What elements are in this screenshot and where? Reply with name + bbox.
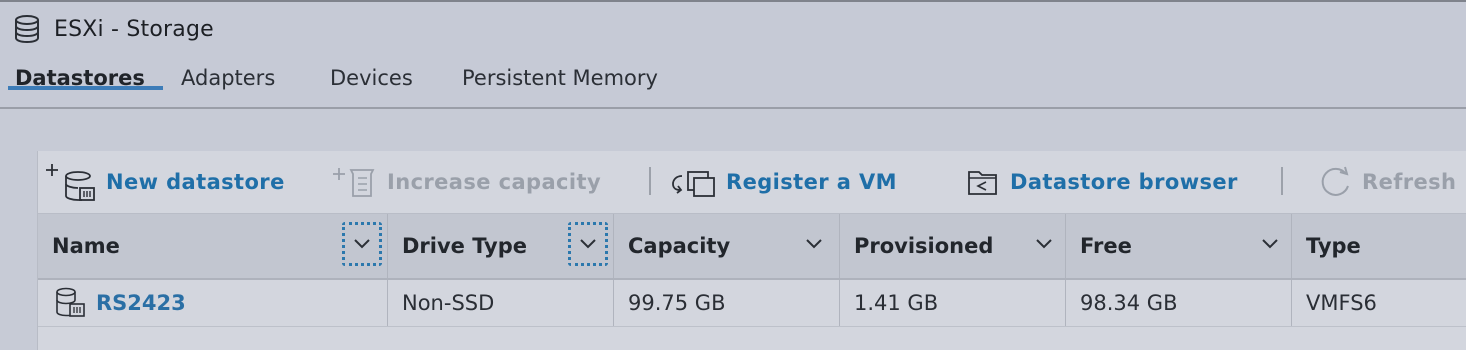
cell-drive-type: Non-SSD (388, 280, 614, 326)
tab-devices[interactable]: Devices (330, 60, 440, 90)
main-content: New datastore Increase capacity Register… (0, 109, 1466, 350)
column-header-drive-type[interactable]: Drive Type (388, 214, 614, 278)
refresh-icon (1321, 166, 1349, 196)
tab-datastores[interactable]: Datastores (8, 60, 163, 90)
database-icon (15, 15, 39, 44)
toolbar: New datastore Increase capacity Register… (38, 151, 1466, 213)
tab-persistent-memory[interactable]: Persistent Memory (462, 60, 692, 90)
datastore-icon (56, 287, 85, 317)
register-vm-button[interactable]: Register a VM (670, 151, 897, 213)
column-header-type[interactable]: Type (1292, 214, 1466, 278)
chevron-down-icon (806, 239, 822, 249)
refresh-label: Refresh (1362, 170, 1457, 194)
cell-name: RS2423 (38, 280, 388, 326)
datastore-browser-label: Datastore browser (1010, 170, 1238, 194)
cell-capacity: 99.75 GB (614, 280, 840, 326)
increase-capacity-button[interactable]: Increase capacity (331, 151, 601, 213)
table-row[interactable]: RS2423 Non-SSD 99.75 GB 1.41 GB 98.34 GB… (38, 280, 1466, 327)
new-datastore-label: New datastore (106, 170, 285, 194)
table-header: Name Drive Type Capacity Provisioned Fre… (38, 213, 1466, 280)
column-header-name[interactable]: Name (38, 214, 388, 278)
toolbar-divider-2 (1281, 167, 1283, 195)
chevron-down-icon (580, 239, 596, 249)
datastores-panel: New datastore Increase capacity Register… (37, 151, 1466, 350)
refresh-button[interactable]: Refresh (1318, 151, 1456, 213)
chevron-down-icon (354, 239, 370, 249)
chevron-down-icon (1036, 239, 1052, 249)
column-menu-free[interactable] (1250, 222, 1290, 266)
datastores-table: Name Drive Type Capacity Provisioned Fre… (38, 213, 1466, 327)
chevron-down-icon (1262, 239, 1278, 249)
title-bar: ESXi - Storage (12, 14, 214, 44)
register-vm-icon (672, 171, 715, 197)
new-datastore-button[interactable]: New datastore (46, 151, 285, 213)
column-menu-drive-type[interactable] (568, 222, 608, 266)
column-header-capacity[interactable]: Capacity (614, 214, 840, 278)
toolbar-divider (649, 167, 651, 195)
column-menu-name[interactable] (342, 222, 382, 266)
column-header-free[interactable]: Free (1066, 214, 1292, 278)
tab-adapters[interactable]: Adapters (181, 60, 301, 90)
column-menu-provisioned[interactable] (1024, 222, 1064, 266)
column-header-provisioned[interactable]: Provisioned (840, 214, 1066, 278)
increase-capacity-label: Increase capacity (387, 170, 602, 194)
page-header: ESXi - Storage Datastores Adapters Devic… (0, 2, 1466, 108)
register-vm-label: Register a VM (726, 170, 897, 194)
cell-provisioned: 1.41 GB (840, 280, 1066, 326)
new-datastore-icon (46, 164, 95, 201)
datastore-browser-button[interactable]: Datastore browser (966, 151, 1238, 213)
datastore-name-link[interactable]: RS2423 (96, 291, 186, 315)
column-menu-capacity[interactable] (794, 222, 834, 266)
increase-capacity-icon (333, 168, 375, 197)
cell-free: 98.34 GB (1066, 280, 1292, 326)
cell-type: VMFS6 (1306, 291, 1377, 315)
datastore-browser-icon (968, 171, 997, 195)
page-title: ESXi - Storage (54, 16, 214, 42)
